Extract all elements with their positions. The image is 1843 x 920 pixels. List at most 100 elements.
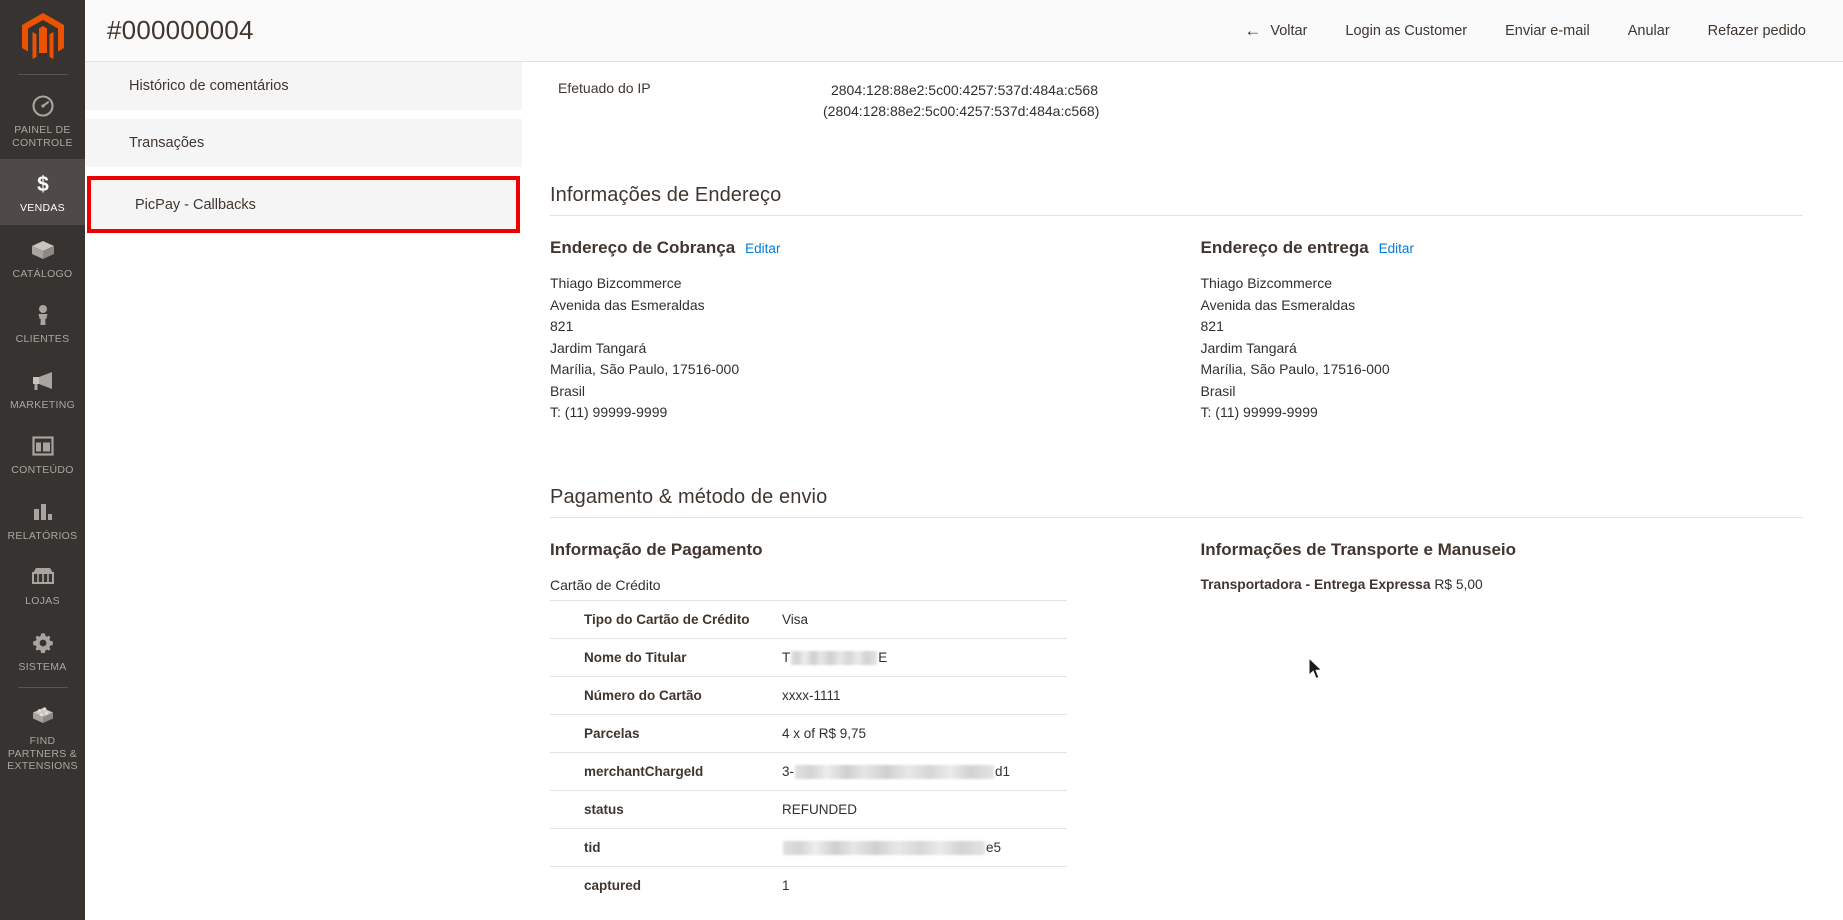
cardholder-name-prefix: T (782, 649, 791, 665)
shipping-address-heading: Endereço de entrega Editar (1201, 238, 1804, 258)
payment-details-table: Cartão de Crédito Tipo do Cartão de Créd… (550, 577, 1067, 904)
sidebar-item-clientes[interactable]: Clientes (0, 290, 85, 356)
payment-row-label-cardholder-name: Nome do Titular (550, 637, 782, 676)
redacted-bar-tid (783, 840, 985, 855)
sidebar-item-sistema[interactable]: Sistema (0, 618, 85, 684)
shipping-handling-heading: Informações de Transporte e Manuseio (1200, 539, 1517, 559)
table-row: merchantChargeId 3- d1 (550, 751, 1067, 790)
header-action-group: ← Voltar Login as Customer Enviar e-mail… (1225, 12, 1843, 49)
sidebar-item-conteudo[interactable]: Conteúdo (0, 421, 85, 487)
payment-row-value-cc-type: Visa (782, 599, 1067, 638)
login-as-customer-button[interactable]: Login as Customer (1326, 13, 1486, 49)
sidebar-label-sistema: Sistema (18, 660, 67, 673)
shipping-line-city-state-zip: Marília, São Paulo, 17516-000 (1200, 361, 1390, 377)
sidebar-label-clientes: Clientes (15, 333, 70, 345)
merchant-charge-id-suffix: d1 (995, 763, 1011, 779)
order-tab-transactions[interactable]: Transações (85, 119, 522, 168)
redacted-bar-cardholder-name (791, 650, 878, 665)
sidebar-item-relatorios[interactable]: Relatórios (0, 487, 85, 553)
payment-row-value-card-number: xxxx-1111 (782, 675, 1067, 714)
reorder-button[interactable]: Refazer pedido (1689, 13, 1825, 49)
shipping-method-line: Transportadora - Entrega Expressa R$ 5,0… (1201, 577, 1804, 592)
mouse-cursor (1308, 656, 1325, 682)
cancel-order-button[interactable]: Anular (1609, 13, 1689, 49)
ip-information-block: Efetuado do IP 2804:128:88e2:5c00:4257:5… (550, 62, 1803, 122)
person-icon (30, 302, 56, 328)
billing-address-lines: Thiago Bizcommerce Avenida das Esmeralda… (550, 273, 1153, 424)
sidebar-item-lojas[interactable]: Lojas (0, 552, 85, 618)
order-main-content: Efetuado do IP 2804:128:88e2:5c00:4257:5… (522, 62, 1843, 920)
billing-line-district: Jardim Tangará (550, 339, 647, 356)
shipping-address-edit-link[interactable]: Editar (1379, 241, 1414, 256)
billing-line-phone: T: (11) 99999-9999 (550, 404, 668, 420)
billing-address-edit-link[interactable]: Editar (745, 241, 780, 256)
billing-line-city-state-zip: Marília, São Paulo, 17516-000 (550, 361, 740, 377)
billing-address-block: Endereço de Cobrança Editar Thiago Bizco… (550, 238, 1153, 424)
magento-logo-icon (21, 13, 64, 59)
cancel-order-label: Anular (1627, 22, 1670, 39)
shipping-method-price: R$ 5,00 (1434, 576, 1483, 592)
layout-icon (30, 433, 56, 459)
order-tab-comments-history[interactable]: Histórico de comentários (85, 62, 522, 111)
payment-row-value-cardholder-name: TE (782, 637, 1067, 676)
nav-spacer-1 (85, 111, 522, 119)
payment-row-label-captured: captured (550, 865, 782, 904)
payment-row-label-card-number: Número do Cartão (550, 675, 782, 714)
payment-method-name: Cartão de Crédito (550, 576, 661, 593)
billing-address-heading: Endereço de Cobrança Editar (550, 238, 1153, 258)
store-icon (30, 564, 56, 590)
sidebar-label-lojas: Lojas (25, 595, 60, 607)
payment-row-label-merchant-charge-id: merchantChargeId (550, 751, 782, 790)
send-email-button[interactable]: Enviar e-mail (1486, 13, 1609, 49)
order-tab-transactions-label: Transações (129, 135, 205, 151)
sidebar-label-marketing: Marketing (9, 398, 76, 411)
shipping-address-heading-label: Endereço de entrega (1200, 238, 1369, 257)
shipping-address-lines: Thiago Bizcommerce Avenida das Esmeralda… (1201, 273, 1804, 424)
order-tab-picpay-callbacks-label: PicPay - Callbacks (135, 196, 256, 213)
sidebar-divider-bottom (17, 687, 68, 688)
payment-information-heading: Informação de Pagamento (550, 539, 763, 559)
billing-address-heading-label: Endereço de Cobrança (550, 238, 736, 257)
shipping-line-phone: T: (11) 99999-9999 (1200, 404, 1318, 420)
billing-line-country: Brasil (550, 382, 586, 399)
table-row: Nome do Titular TE (550, 637, 1067, 676)
payment-row-value-captured: 1 (782, 865, 1067, 904)
address-columns: Endereço de Cobrança Editar Thiago Bizco… (550, 238, 1803, 424)
sidebar-item-find-partners-extensions[interactable]: Find Partners & Extensions (0, 694, 85, 783)
magento-logo[interactable] (0, 0, 85, 72)
address-section-title: Informações de Endereço (550, 184, 1803, 216)
merchant-charge-id-prefix: 3- (782, 763, 795, 779)
sidebar-item-marketing[interactable]: Marketing (0, 356, 85, 422)
sidebar-item-painel-de-controle[interactable]: Painel de Controle (0, 81, 85, 159)
sidebar-item-catalogo[interactable]: Catálogo (0, 225, 85, 291)
shipping-line-street: Avenida das Esmeraldas (1200, 296, 1356, 313)
shipping-line-country: Brasil (1200, 382, 1236, 399)
shipping-line-number: 821 (1200, 318, 1224, 334)
table-row: captured 1 (550, 865, 1067, 904)
ip-row: Efetuado do IP 2804:128:88e2:5c00:4257:5… (550, 68, 1803, 122)
payment-row-label-installments: Parcelas (550, 713, 782, 752)
table-row: Número do Cartão xxxx-1111 (550, 675, 1067, 714)
billing-line-number: 821 (550, 318, 574, 334)
svg-text:$: $ (37, 173, 49, 196)
sidebar-divider-top (17, 74, 68, 75)
cardholder-name-suffix: E (878, 649, 888, 665)
box-icon (30, 237, 56, 263)
order-view-tabs: Histórico de comentários Transações PicP… (85, 62, 522, 920)
payment-row-value-tid: e5 (782, 827, 1067, 866)
shipping-line-name: Thiago Bizcommerce (1200, 275, 1333, 291)
payment-information-block: Informação de Pagamento Cartão de Crédit… (550, 540, 1153, 904)
sidebar-item-vendas[interactable]: $ Vendas (0, 159, 85, 225)
dashboard-icon (30, 93, 56, 119)
back-button[interactable]: ← Voltar (1225, 12, 1326, 49)
payment-row-label-status: status (550, 789, 782, 828)
ip-label: Efetuado do IP (558, 80, 651, 96)
gear-icon (30, 630, 56, 656)
bar-chart-icon (30, 499, 56, 525)
shipping-line-district: Jardim Tangará (1200, 339, 1297, 356)
order-tab-picpay-callbacks[interactable]: PicPay - Callbacks (87, 176, 520, 233)
megaphone-icon (30, 368, 56, 394)
arrow-left-icon: ← (1244, 21, 1262, 40)
nav-spacer-2 (85, 168, 522, 176)
shipping-address-block: Endereço de entrega Editar Thiago Bizcom… (1201, 238, 1804, 424)
